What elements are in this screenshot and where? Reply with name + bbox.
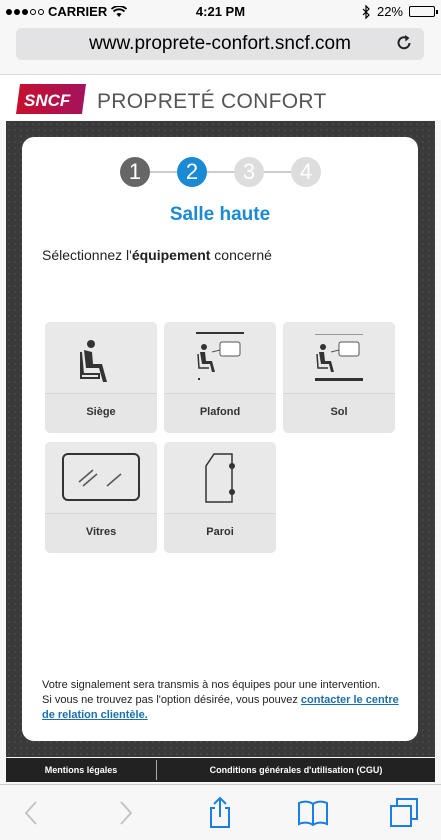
prompt-before: Sélectionnez l' <box>42 247 132 263</box>
prompt-after: concerné <box>210 247 272 263</box>
battery-icon <box>409 6 438 17</box>
site-header: SNCF PROPRETÉ CONFORT <box>0 74 441 120</box>
step-1[interactable]: 1 <box>120 157 150 187</box>
option-paroi[interactable]: Paroi <box>164 442 276 553</box>
option-sol[interactable]: Sol <box>283 322 395 433</box>
floor-icon <box>315 334 363 381</box>
legal-notice-link[interactable]: Mentions légales <box>6 765 156 775</box>
help-note: Votre signalement sera transmis à nos éq… <box>42 678 402 723</box>
option-plafond[interactable]: Plafond <box>164 322 276 433</box>
form-card: 1 2 3 4 Salle haute Sélectionnez l'équip… <box>22 137 418 741</box>
logo-text: SNCF <box>24 91 71 110</box>
back-icon[interactable] <box>14 795 50 831</box>
option-siege[interactable]: Siège <box>45 322 157 433</box>
note-line2: Si vous ne trouvez pas l'option désirée,… <box>42 694 301 706</box>
address-bar[interactable]: www.proprete-confort.sncf.com <box>16 28 424 60</box>
step-indicator: 1 2 3 4 <box>120 157 321 187</box>
option-label: Sol <box>330 406 348 418</box>
option-label: Paroi <box>206 526 234 538</box>
site-title: PROPRETÉ CONFORT <box>97 90 327 113</box>
seat-icon <box>80 340 107 382</box>
status-right: 22% <box>362 4 438 19</box>
status-bar: CARRIER 4:21 PM 22% <box>0 0 441 22</box>
forward-icon[interactable] <box>107 795 143 831</box>
legal-bar: Mentions légales Conditions générales d'… <box>6 758 435 782</box>
section-title: Salle haute <box>169 204 271 225</box>
option-label: Siège <box>86 406 116 418</box>
bookmarks-icon[interactable] <box>295 795 331 831</box>
sncf-logo[interactable]: SNCF <box>16 84 86 114</box>
browser-toolbar <box>0 784 441 840</box>
battery-percent: 22% <box>376 4 403 19</box>
option-label: Vitres <box>85 526 117 538</box>
instruction-text: Sélectionnez l'équipement concerné <box>42 247 272 263</box>
wall-door-icon <box>205 453 235 503</box>
reload-icon[interactable] <box>394 33 414 53</box>
terms-link[interactable]: Conditions générales d'utilisation (CGU) <box>157 765 435 775</box>
option-label: Plafond <box>199 406 241 418</box>
option-vitres[interactable]: Vitres <box>45 442 157 553</box>
note-line1: Votre signalement sera transmis à nos éq… <box>42 679 381 691</box>
step-3: 3 <box>234 157 264 187</box>
step-2: 2 <box>177 157 207 187</box>
bluetooth-icon <box>362 4 370 19</box>
url-text[interactable]: www.proprete-confort.sncf.com <box>89 33 351 55</box>
window-icon <box>62 453 140 501</box>
tabs-icon[interactable] <box>387 795 423 831</box>
step-4: 4 <box>291 157 321 187</box>
ceiling-icon <box>196 332 244 380</box>
share-icon[interactable] <box>202 795 238 831</box>
prompt-bold: équipement <box>131 247 211 263</box>
